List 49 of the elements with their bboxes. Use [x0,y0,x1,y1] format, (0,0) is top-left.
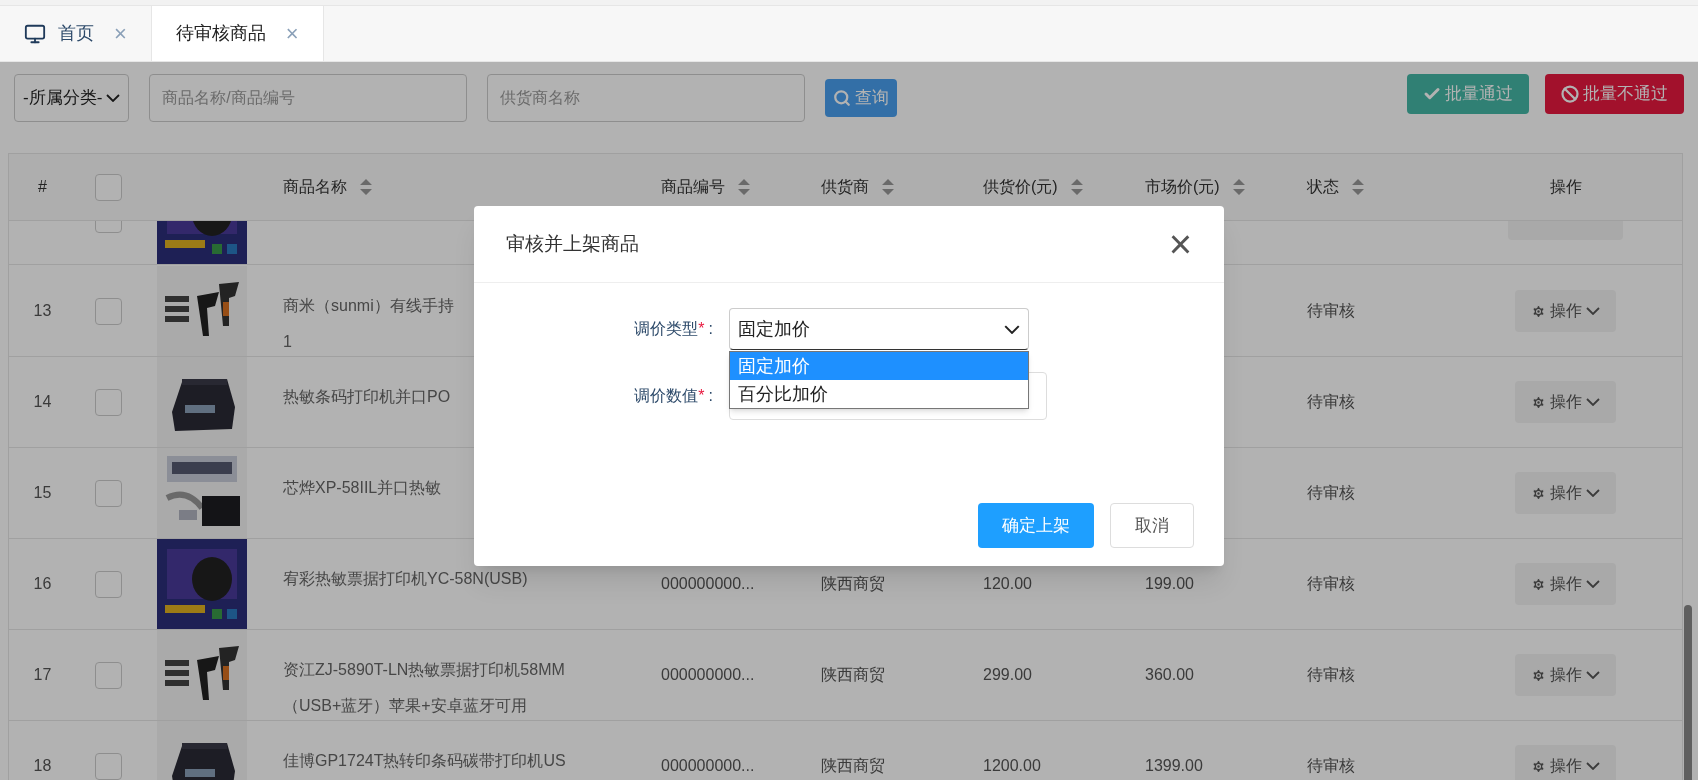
market-price: 199.00 [1145,574,1194,594]
supply-price: 1200.00 [983,756,1041,776]
status-text: 待审核 [1307,756,1355,776]
column-header: 商品编号 [661,177,725,197]
product-name: 佳博GP1724T热转印条码碳带打印机US [283,751,567,771]
supplier-name: 陕西商贸 [821,574,885,594]
supplier-name: 陕西商贸 [821,756,885,776]
dialog-title: 审核并上架商品 [506,231,639,256]
column-header: 操作 [1549,177,1582,197]
column-header: 状态 [1307,177,1339,197]
status-text: 待审核 [1307,392,1355,412]
row-number: 16 [33,574,52,594]
label-colon: : [708,319,713,339]
product-name: 热敏条码打印机并口PO [283,387,452,407]
supply-price: 120.00 [983,574,1032,594]
column-header: 市场价(元) [1145,177,1220,197]
field-label: 调价数值 [634,386,699,406]
status-text: 待审核 [1307,483,1355,503]
row-number: 17 [33,665,52,685]
product-code: 000000000... [661,574,755,594]
product-name: 芯烨XP-58IIL并口热敏 [283,478,443,498]
required-mark: * [698,386,705,406]
product-name: 宥彩热敏票据打印机YC-58N(USB) [283,569,529,589]
required-mark: * [698,319,705,339]
row-number: 14 [33,392,52,412]
supply-price: 299.00 [983,665,1032,685]
product-name: 资江ZJ-5890T-LN热敏票据打印机58MM [283,660,566,680]
product-code: 000000000... [661,756,755,776]
field-label: 调价类型 [634,319,699,339]
tab-label: 首页 [58,22,94,45]
label-colon: : [708,386,713,406]
market-price: 1399.00 [1145,756,1203,776]
product-name: （USB+蓝牙）苹果+安卓蓝牙可用 [283,696,528,716]
column-header: 供货价(元) [983,177,1058,197]
status-text: 待审核 [1307,574,1355,594]
column-header: 供货商 [821,177,869,197]
row-number: 13 [33,301,52,321]
product-code: 000000000... [661,665,755,685]
column-header: # [38,177,47,197]
tab-label: 待审核商品 [175,22,266,45]
row-number: 15 [33,483,52,503]
row-number: 18 [33,756,52,776]
status-text: 待审核 [1307,301,1355,321]
product-name: 商米（sunmi）有线手持 [283,296,455,316]
status-text: 待审核 [1307,665,1355,685]
product-name: 1 [283,332,293,352]
market-price: 360.00 [1145,665,1194,685]
column-header: 商品名称 [283,177,347,197]
supplier-name: 陕西商贸 [821,665,885,685]
